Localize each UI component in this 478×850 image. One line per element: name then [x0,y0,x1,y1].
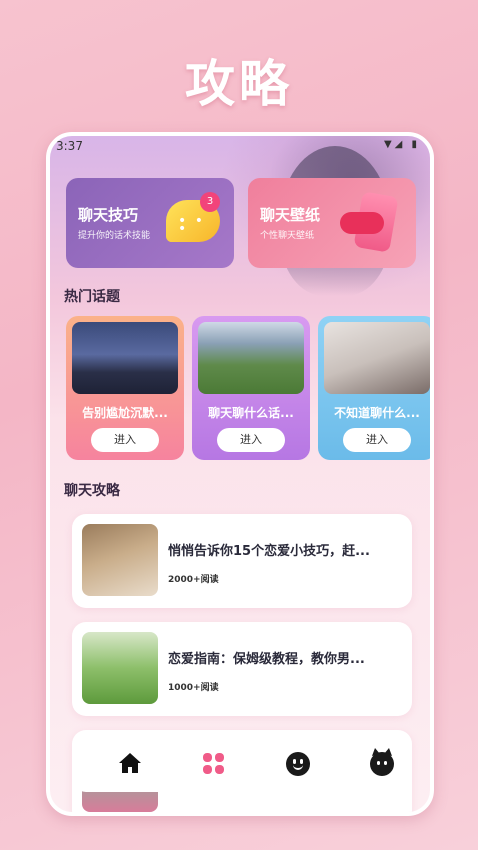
smile-icon[interactable] [280,746,316,782]
notification-badge: 3 [200,192,220,212]
topic-image [324,322,430,394]
article-title: 悄悄告诉你15个恋爱小技巧，赶... [168,544,370,559]
enter-button[interactable]: 进入 [217,428,285,452]
enter-button[interactable]: 进入 [343,428,411,452]
status-bar: 3:37 ▼◢ ▮ [50,136,430,156]
chat-wallpaper-card[interactable]: 聊天壁纸 个性聊天壁纸 [248,178,416,268]
hot-topics-title: 热门话题 [64,289,120,305]
status-time: 3:37 [56,139,83,153]
bottom-tab-bar [72,734,412,792]
chat-wallpaper-subtitle: 个性聊天壁纸 [260,231,315,241]
hot-topics-row: 告别尴尬沉默... 进入 聊天聊什么话... 进入 不知道聊什么... 进入 [66,316,430,460]
article-card[interactable]: 恋爱指南：保姆级教程，教你男... 1000+阅读 [72,622,412,716]
topic-card[interactable]: 告别尴尬沉默... 进入 [66,316,184,460]
enter-button[interactable]: 进入 [91,428,159,452]
chat-tips-subtitle: 提升你的话术技能 [78,231,151,241]
article-card[interactable]: 悄悄告诉你15个恋爱小技巧，赶... 2000+阅读 [72,514,412,608]
grid-icon[interactable] [196,746,232,782]
topic-card[interactable]: 聊天聊什么话... 进入 [192,316,310,460]
chat-wallpaper-title: 聊天壁纸 [260,206,321,224]
promo-title: 攻略 [185,55,293,113]
phone-frame: 3:37 ▼◢ ▮ 聊天技巧 提升你的话术技能 • • • 3 聊天壁纸 个性聊… [46,132,434,816]
status-icons: ▼◢ ▮ [383,139,420,150]
home-icon[interactable] [112,746,148,782]
article-thumbnail [82,632,158,704]
lips-icon [340,212,384,234]
chat-tips-card[interactable]: 聊天技巧 提升你的话术技能 • • • 3 [66,178,234,268]
article-reads: 1000+阅读 [168,683,219,693]
article-thumbnail [82,524,158,596]
chat-guide-title: 聊天攻略 [64,483,120,499]
article-reads: 2000+阅读 [168,575,219,585]
topic-name: 聊天聊什么话... [208,406,294,420]
topic-name: 告别尴尬沉默... [82,406,168,420]
topic-card[interactable]: 不知道聊什么... 进入 [318,316,430,460]
app-screen: 3:37 ▼◢ ▮ 聊天技巧 提升你的话术技能 • • • 3 聊天壁纸 个性聊… [50,136,430,812]
topic-image [72,322,178,394]
chat-tips-title: 聊天技巧 [78,206,139,224]
article-title: 恋爱指南：保姆级教程，教你男... [168,652,365,667]
topic-name: 不知道聊什么... [334,406,420,420]
cat-face-icon[interactable] [364,746,400,782]
topic-image [198,322,304,394]
